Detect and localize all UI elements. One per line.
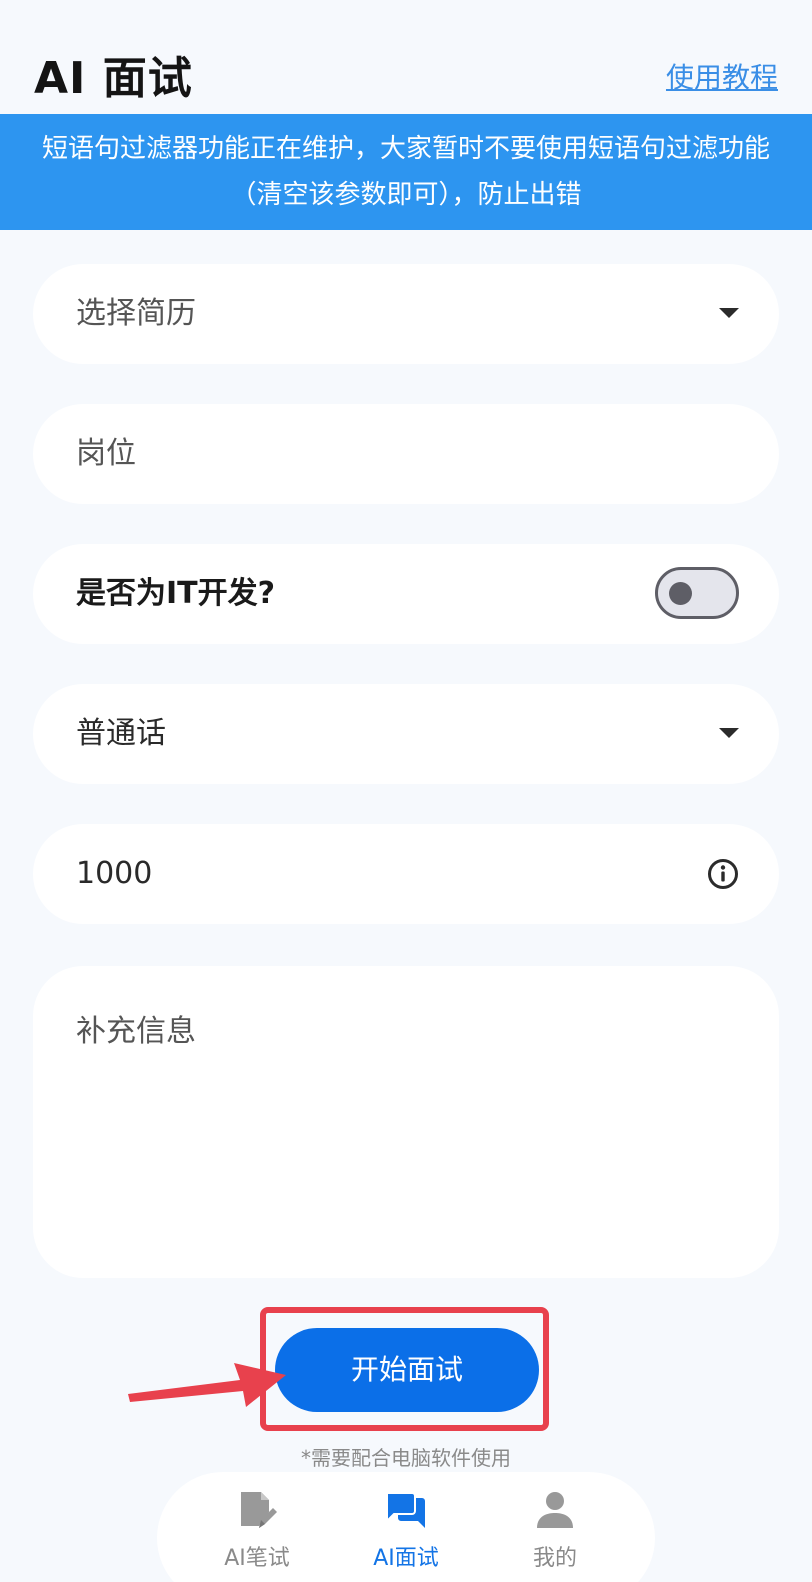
it-dev-label: 是否为IT开发?	[76, 576, 276, 611]
tab-ai-written-test[interactable]: AI笔试	[197, 1488, 317, 1572]
chat-bubbles-icon	[386, 1492, 425, 1528]
tutorial-link[interactable]: 使用教程	[666, 56, 778, 96]
extra-info-textarea[interactable]: 补充信息	[33, 966, 779, 1278]
toggle-knob	[669, 582, 692, 605]
tab-ai-interview[interactable]: AI面试	[346, 1488, 466, 1572]
hint-text: *需要配合电脑软件使用	[301, 1446, 511, 1470]
person-icon	[537, 1492, 573, 1528]
info-icon[interactable]	[707, 858, 739, 890]
page-title: AI 面试	[34, 53, 193, 104]
number-input-value: 1000	[76, 856, 153, 891]
resume-select-value: 选择简历	[76, 296, 196, 331]
maintenance-notice: 短语句过滤器功能正在维护，大家暂时不要使用短语句过滤功能（清空该参数即可），防止…	[0, 114, 812, 230]
it-dev-row: 是否为IT开发?	[33, 544, 779, 644]
header: AI 面试 使用教程	[0, 0, 812, 114]
extra-info-placeholder: 补充信息	[76, 1014, 196, 1049]
number-input[interactable]: 1000	[33, 824, 779, 924]
bottom-tab-bar: AI笔试 AI面试 我的	[157, 1472, 655, 1582]
position-input-placeholder: 岗位	[76, 436, 136, 471]
it-dev-toggle[interactable]	[655, 567, 739, 619]
chevron-down-icon	[719, 308, 739, 318]
app-screen: AI 面试 使用教程 短语句过滤器功能正在维护，大家暂时不要使用短语句过滤功能（…	[0, 0, 812, 1582]
tab-label: AI笔试	[224, 1546, 290, 1571]
tab-label: AI面试	[373, 1546, 439, 1571]
resume-select[interactable]: 选择简历	[33, 264, 779, 364]
red-arrow-icon	[128, 1363, 286, 1407]
note-edit-icon	[241, 1492, 277, 1528]
start-interview-button[interactable]: 开始面试	[275, 1328, 539, 1412]
chevron-down-icon	[719, 728, 739, 738]
language-select-value: 普通话	[76, 716, 166, 751]
position-input[interactable]: 岗位	[33, 404, 779, 504]
tab-profile[interactable]: 我的	[495, 1488, 615, 1572]
tab-label: 我的	[532, 1546, 577, 1571]
language-select[interactable]: 普通话	[33, 684, 779, 784]
